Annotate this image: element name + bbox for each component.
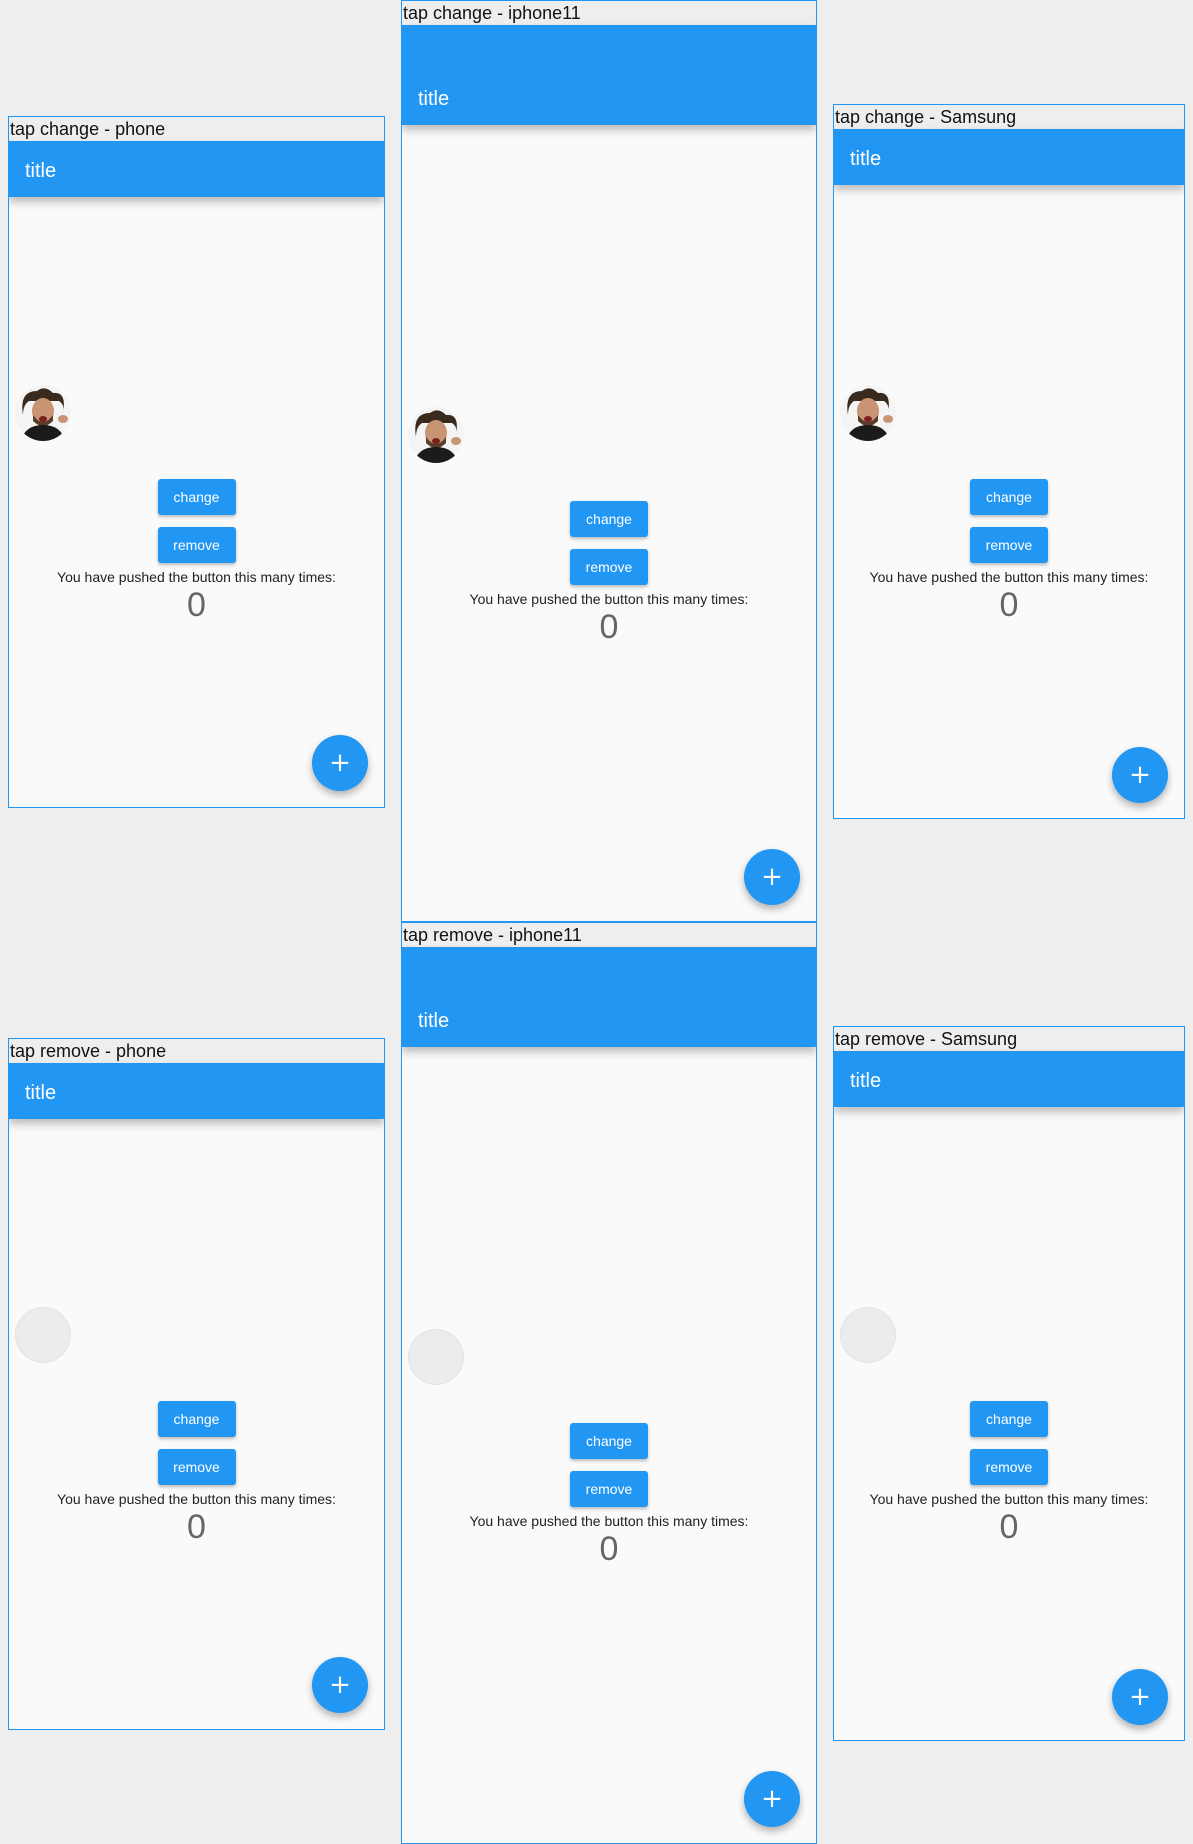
add-fab-button[interactable]: +	[312, 735, 368, 791]
app-bar: title	[9, 1063, 384, 1119]
add-fab-button[interactable]: +	[312, 1657, 368, 1713]
avatar-photo-icon	[408, 407, 464, 463]
frame-caption: tap remove - phone	[9, 1039, 384, 1064]
plus-icon: +	[761, 1784, 783, 1814]
device-frame-samsung-remove: tap remove - Samsung title change remove…	[833, 1026, 1185, 1741]
device-frame-iphone11-remove: tap remove - iphone11 title change remov…	[401, 922, 817, 1844]
app-bar-title: title	[418, 88, 450, 110]
remove-button[interactable]: remove	[157, 527, 236, 563]
device-frame-samsung-change: tap change - Samsung title change remove…	[833, 104, 1185, 819]
app-bar: title	[834, 129, 1184, 185]
device-frame-iphone11-change: tap change - iphone11 title change remov…	[401, 0, 817, 922]
avatar	[408, 407, 464, 463]
change-button[interactable]: change	[570, 1423, 648, 1459]
frame-caption: tap change - phone	[9, 117, 384, 142]
plus-icon: +	[761, 862, 783, 892]
app-bar: title	[9, 141, 384, 197]
avatar-placeholder	[840, 1307, 896, 1363]
counter-message: You have pushed the button this many tim…	[869, 569, 1149, 585]
app-bar-title: title	[25, 1082, 57, 1104]
avatar	[15, 385, 71, 441]
counter-message: You have pushed the button this many tim…	[469, 591, 749, 607]
app-bar: title	[402, 947, 816, 1047]
app-bar-title: title	[25, 160, 57, 182]
app-bar-title: title	[850, 1070, 882, 1092]
counter-message: You have pushed the button this many tim…	[469, 1513, 749, 1529]
counter-value: 0	[999, 586, 1019, 624]
counter-value: 0	[999, 1508, 1019, 1546]
add-fab-button[interactable]: +	[744, 1771, 800, 1827]
remove-button[interactable]: remove	[970, 527, 1048, 563]
frame-caption: tap change - iphone11	[402, 1, 816, 26]
counter-value: 0	[187, 1508, 206, 1546]
avatar-photo-icon	[840, 385, 896, 441]
counter-value: 0	[599, 1530, 619, 1568]
app-bar: title	[834, 1051, 1184, 1107]
remove-button[interactable]: remove	[570, 1471, 648, 1507]
counter-message: You have pushed the button this many tim…	[57, 569, 336, 585]
plus-icon: +	[1129, 1682, 1151, 1712]
frame-caption: tap remove - iphone11	[402, 923, 816, 948]
app-bar-title: title	[418, 1010, 450, 1032]
change-button[interactable]: change	[970, 1401, 1048, 1437]
device-frame-phone-remove: tap remove - phone title change remove Y…	[8, 1038, 385, 1730]
add-fab-button[interactable]: +	[744, 849, 800, 905]
counter-message: You have pushed the button this many tim…	[57, 1491, 336, 1507]
counter-value: 0	[599, 608, 619, 646]
plus-icon: +	[329, 748, 351, 778]
plus-icon: +	[1129, 760, 1151, 790]
avatar-photo-icon	[15, 385, 71, 441]
frame-caption: tap remove - Samsung	[834, 1027, 1184, 1052]
change-button[interactable]: change	[157, 479, 236, 515]
change-button[interactable]: change	[157, 1401, 236, 1437]
device-frame-phone-change: tap change - phone title change remove Y…	[8, 116, 385, 808]
plus-icon: +	[329, 1670, 351, 1700]
add-fab-button[interactable]: +	[1112, 1669, 1168, 1725]
avatar-placeholder	[15, 1307, 71, 1363]
change-button[interactable]: change	[570, 501, 648, 537]
counter-value: 0	[187, 586, 206, 624]
app-bar-title: title	[850, 148, 882, 170]
remove-button[interactable]: remove	[157, 1449, 236, 1485]
add-fab-button[interactable]: +	[1112, 747, 1168, 803]
change-button[interactable]: change	[970, 479, 1048, 515]
avatar	[840, 385, 896, 441]
counter-message: You have pushed the button this many tim…	[869, 1491, 1149, 1507]
remove-button[interactable]: remove	[970, 1449, 1048, 1485]
frame-caption: tap change - Samsung	[834, 105, 1184, 130]
avatar-placeholder	[408, 1329, 464, 1385]
remove-button[interactable]: remove	[570, 549, 648, 585]
app-bar: title	[402, 25, 816, 125]
